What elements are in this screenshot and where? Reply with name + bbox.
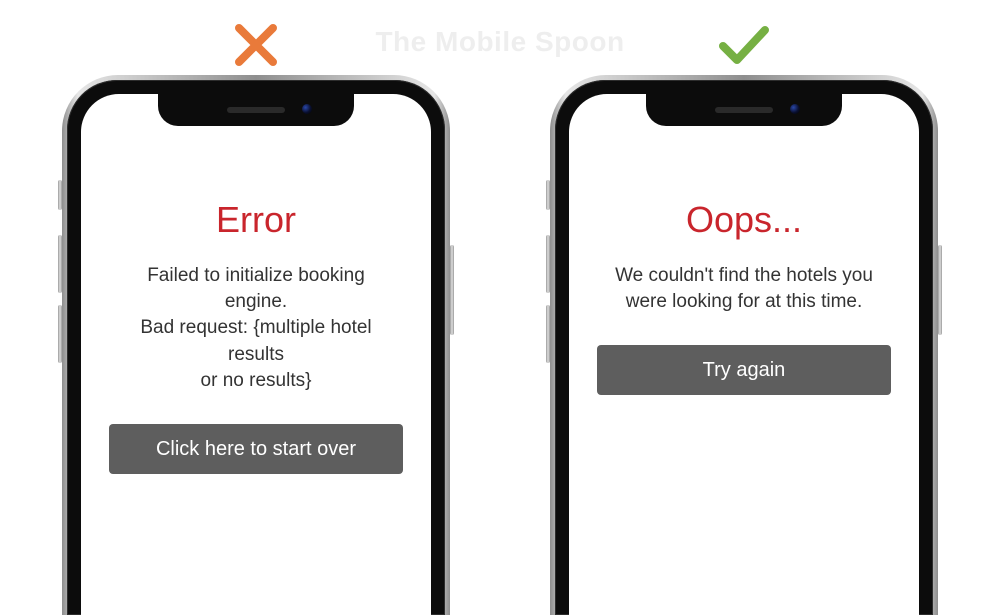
camera-icon bbox=[302, 104, 312, 114]
phone-mockup-left: Error Failed to initialize booking engin… bbox=[62, 75, 450, 615]
comparison-row: Error Failed to initialize booking engin… bbox=[0, 0, 1000, 615]
good-example-column: Oops... We couldn't find the hotels you … bbox=[550, 10, 938, 615]
error-body-line: Bad request: {multiple hotel results bbox=[140, 317, 371, 364]
phone-notch bbox=[646, 94, 842, 126]
phone-screen-left: Error Failed to initialize booking engin… bbox=[81, 94, 431, 615]
error-body-line: were looking for at this time. bbox=[626, 291, 863, 312]
error-title: Error bbox=[109, 199, 403, 241]
side-button bbox=[450, 245, 454, 335]
try-again-button[interactable]: Try again bbox=[597, 345, 891, 395]
side-button bbox=[938, 245, 942, 335]
bad-example-column: Error Failed to initialize booking engin… bbox=[62, 10, 450, 615]
phone-screen-right: Oops... We couldn't find the hotels you … bbox=[569, 94, 919, 615]
error-content-right: Oops... We couldn't find the hotels you … bbox=[569, 94, 919, 395]
error-body-line: We couldn't find the hotels you bbox=[615, 265, 873, 286]
phone-notch bbox=[158, 94, 354, 126]
error-body-line: Failed to initialize booking engine. bbox=[147, 265, 365, 312]
cross-icon bbox=[233, 10, 279, 75]
error-body-line: or no results} bbox=[201, 370, 312, 391]
check-icon bbox=[717, 10, 771, 75]
camera-icon bbox=[790, 104, 800, 114]
speaker-icon bbox=[227, 107, 285, 113]
error-title: Oops... bbox=[597, 199, 891, 241]
speaker-icon bbox=[715, 107, 773, 113]
error-body: Failed to initialize booking engine. Bad… bbox=[109, 263, 403, 394]
error-body: We couldn't find the hotels you were loo… bbox=[597, 263, 891, 315]
start-over-button[interactable]: Click here to start over bbox=[109, 424, 403, 474]
phone-mockup-right: Oops... We couldn't find the hotels you … bbox=[550, 75, 938, 615]
error-content-left: Error Failed to initialize booking engin… bbox=[81, 94, 431, 474]
